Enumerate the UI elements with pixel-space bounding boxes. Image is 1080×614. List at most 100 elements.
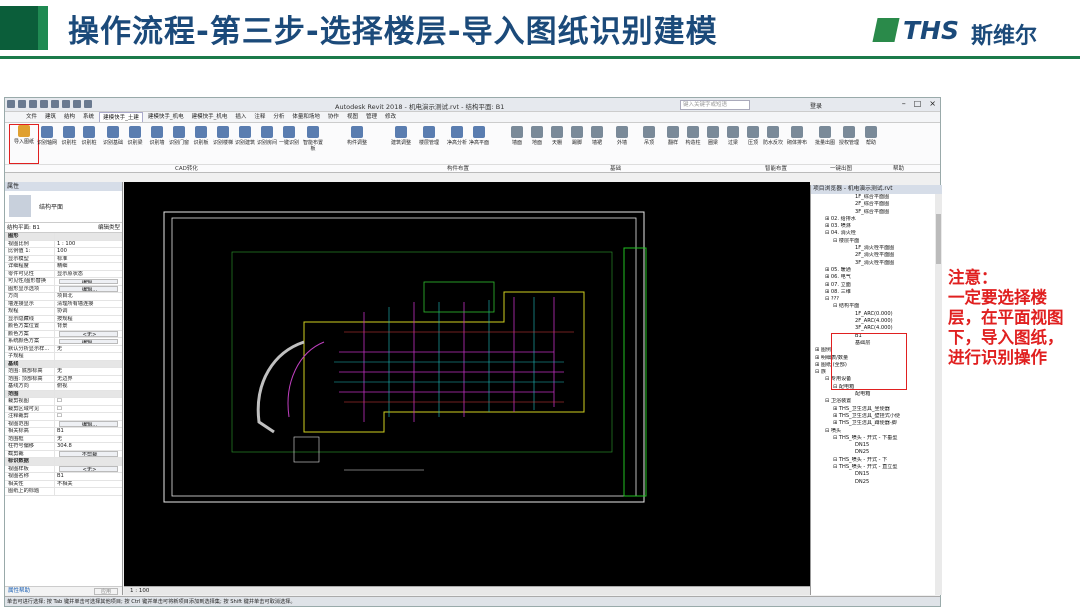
menu-tab[interactable]: 注释 (251, 112, 268, 122)
ribbon-button[interactable]: 智能布置板 (301, 126, 325, 162)
properties-help-label[interactable]: 属性帮助 (8, 588, 30, 594)
tree-item[interactable]: 3F_消火栓平面图 (811, 260, 942, 267)
redo-icon[interactable] (40, 100, 48, 108)
menu-tab[interactable]: 管理 (363, 112, 380, 122)
3d-view-icon[interactable] (84, 100, 92, 108)
property-button[interactable]: <无> (59, 466, 118, 472)
undo-icon[interactable] (29, 100, 37, 108)
instance-filter[interactable]: 结构平面: B1 编辑类型 (5, 223, 122, 233)
tree-item[interactable]: 1F_消火栓平面图 (811, 245, 942, 252)
menu-tab[interactable]: 系统 (80, 112, 97, 122)
menu-tab[interactable]: 结构 (61, 112, 78, 122)
ribbon-button[interactable]: 识别桩 (77, 126, 101, 162)
tree-item[interactable]: 3F_综合平面图 (811, 209, 942, 216)
tree-item[interactable]: ⊟ 卫浴装置 (811, 398, 942, 405)
tree-item[interactable]: 1F_综合平面图 (811, 194, 942, 201)
view-control-bar[interactable]: 1 : 100 (124, 586, 810, 595)
open-icon[interactable] (7, 100, 15, 108)
login-link[interactable]: 登录 (810, 101, 822, 110)
ribbon-button[interactable]: 墙裙 (585, 126, 609, 162)
tree-item[interactable]: ⊞ 06. 电气 (811, 274, 942, 281)
tree-item[interactable]: DN25 (811, 449, 942, 456)
browser-scrollbar[interactable] (935, 194, 942, 595)
property-section[interactable]: 范围 (5, 390, 122, 398)
text-icon[interactable] (73, 100, 81, 108)
scroll-thumb[interactable] (936, 214, 941, 264)
tree-item[interactable]: ⊟ 结构平面 (811, 303, 942, 310)
search-input[interactable]: 键入关键字或短语 (680, 100, 750, 110)
ribbon-button[interactable]: 砌体排布 (785, 126, 809, 162)
property-button[interactable]: 编辑... (59, 338, 118, 344)
tree-item[interactable]: ⊞ 02. 给排水 (811, 216, 942, 223)
ribbon-button[interactable]: 识别梁 (123, 126, 147, 162)
menu-bar[interactable]: 文件 建筑 结构 系统 建模快手_土建 建模快手_机电 建模快手_机电 插入 注释 分析 体量和场地… (5, 112, 940, 123)
menu-tab[interactable]: 建模快手_机电 (145, 112, 187, 122)
ribbon-button[interactable]: 楼层管理 (417, 126, 441, 162)
menu-tab[interactable]: 体量和场地 (289, 112, 323, 122)
ribbon-button[interactable]: 识别房间 (255, 126, 279, 162)
ribbon-button[interactable]: 建筑调整 (389, 126, 413, 162)
ribbon-button[interactable]: 净高平面 (467, 126, 491, 162)
menu-tab[interactable]: 插入 (232, 112, 249, 122)
ribbon-button[interactable]: 防水反坎 (761, 126, 785, 162)
property-button[interactable]: 编辑... (59, 421, 118, 427)
ribbon-button[interactable]: 识别建筑 (233, 126, 257, 162)
tree-item[interactable]: ⊟ THS_喷头 - 开式 - 下垂型 (811, 435, 942, 442)
print-icon[interactable] (51, 100, 59, 108)
tree-item[interactable]: ⊞ 07. 立面 (811, 282, 942, 289)
tree-item[interactable]: 2F_消火栓平面图 (811, 252, 942, 259)
property-section[interactable]: 基线 (5, 360, 122, 368)
drawing-canvas[interactable] (124, 182, 810, 586)
ribbon-button[interactable]: 识别楼梯 (211, 126, 235, 162)
measure-icon[interactable] (62, 100, 70, 108)
menu-tab[interactable]: 视图 (344, 112, 361, 122)
tree-item[interactable]: ⊞ 03. 喷淋 (811, 223, 942, 230)
tree-item[interactable]: ⊟ ??? (811, 296, 942, 303)
menu-tab[interactable]: 建模快手_土建 (99, 112, 143, 122)
tree-item[interactable]: DN25 (811, 479, 942, 486)
apply-button[interactable]: 应用 (94, 588, 118, 595)
property-button[interactable]: 不剪裁 (59, 451, 118, 457)
minimize-icon[interactable]: – (902, 99, 906, 108)
tree-item[interactable]: ⊟ THS_喷头 - 开式 - 直立型 (811, 464, 942, 471)
property-button[interactable]: 编辑... (59, 286, 118, 292)
tree-item[interactable]: DN15 (811, 471, 942, 478)
property-section[interactable]: 图形 (5, 233, 122, 241)
tree-item[interactable]: ⊟ 喷头 (811, 428, 942, 435)
ribbon-button[interactable]: 净高分析 (445, 126, 469, 162)
ribbon-button[interactable]: 吊顶 (637, 126, 661, 162)
tree-item[interactable]: 3F_ARC(4.000) (811, 325, 942, 332)
properties-help-link[interactable]: 属性帮助 应用 (5, 586, 122, 595)
menu-tab[interactable]: 协作 (325, 112, 342, 122)
ribbon-button[interactable]: 一键识别 (277, 126, 301, 162)
ribbon-button[interactable]: 识别墙 (145, 126, 169, 162)
view-scale[interactable]: 1 : 100 (130, 588, 149, 594)
ribbon-button[interactable]: 外墙 (610, 126, 634, 162)
tree-item[interactable]: 2F_ARC(4.000) (811, 318, 942, 325)
property-button[interactable]: <无> (59, 331, 118, 337)
tree-item[interactable]: ⊞ 08. 三维 (811, 289, 942, 296)
tree-item[interactable]: ⊞ THS_卫生洁具_壁挂式小便 (811, 413, 942, 420)
tree-item[interactable]: ⊞ THS_卫生洁具_蹲便器-脚 (811, 420, 942, 427)
tree-item[interactable]: ⊟ 楼层平面 (811, 238, 942, 245)
tree-item[interactable]: 2F_综合平面图 (811, 201, 942, 208)
menu-tab[interactable]: 分析 (270, 112, 287, 122)
tree-item[interactable]: ⊟ 04. 消火栓 (811, 230, 942, 237)
ribbon-button[interactable]: 批量出图 (813, 126, 837, 162)
type-selector[interactable]: 结构平面 (5, 191, 122, 223)
ribbon-button[interactable]: 帮助 (859, 126, 883, 162)
property-section[interactable]: 标识数据 (5, 458, 122, 466)
save-icon[interactable] (18, 100, 26, 108)
ribbon-button[interactable]: 构件调整 (345, 126, 369, 162)
property-button[interactable]: 编辑... (59, 278, 118, 284)
quick-access-toolbar[interactable] (7, 100, 92, 110)
window-controls[interactable]: – □ × (902, 99, 936, 108)
edit-type-button[interactable]: 编辑类型 (98, 223, 120, 233)
close-icon[interactable]: × (929, 99, 936, 108)
ribbon-button[interactable]: 识别轴网 (35, 126, 59, 162)
ribbon-button[interactable]: 识别门窗 (167, 126, 191, 162)
menu-tab[interactable]: 文件 (23, 112, 40, 122)
tree-item[interactable]: ⊞ 05. 暖通 (811, 267, 942, 274)
tree-item[interactable]: 配电箱 (811, 391, 942, 398)
tree-item[interactable]: ⊟ THS_喷头 - 开式 - 下 (811, 457, 942, 464)
